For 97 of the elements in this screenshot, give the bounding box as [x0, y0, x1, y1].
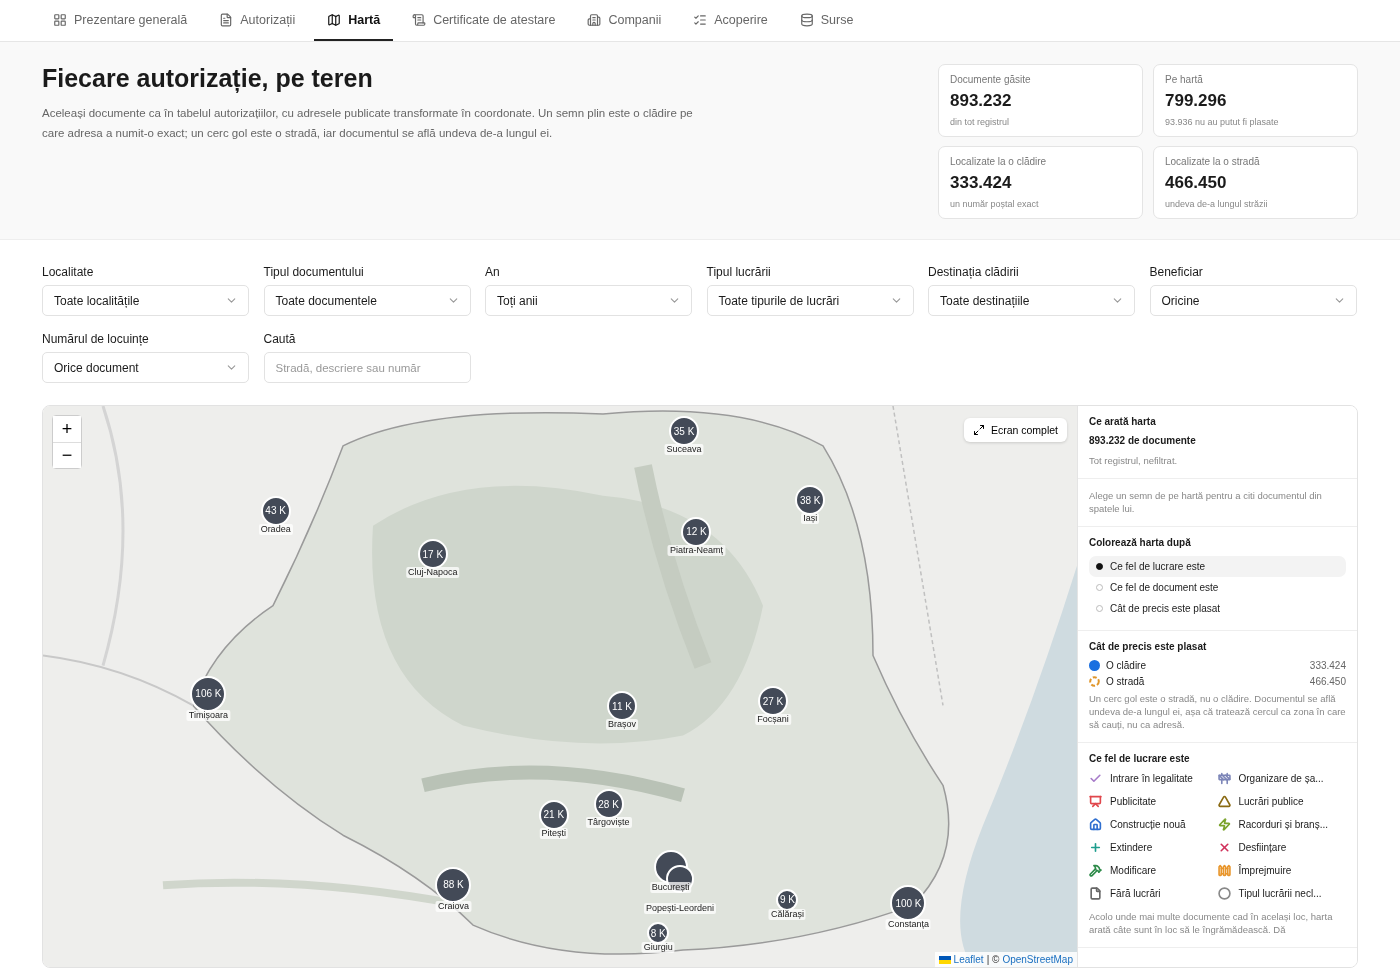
stat-label: Localizate la o stradă: [1165, 156, 1261, 167]
city-label: Piatra-Neamț: [668, 544, 725, 556]
flag-icon: [938, 955, 951, 964]
grid-icon: [53, 12, 67, 27]
filter-label: Tipul documentului: [263, 265, 365, 279]
note-text: Un cerc gol este o stradă, nu o clădire. Documentul se află undeva de-a lungul ei, așa că tratează cercul ca zona în care să cauți, nu ca adresă.: [1089, 692, 1346, 731]
database-icon: [799, 12, 814, 27]
stat-label: Documente găsite: [950, 74, 1032, 85]
filter-dropdown[interactable]: Toți anii: [485, 285, 692, 316]
section-title: Cât de precis este plasat: [1089, 641, 1208, 652]
scope-text: Tot registrul, nefiltrat.: [1089, 454, 1179, 467]
building-icon: [587, 12, 602, 27]
section-title: Ce fel de lucrare este: [1089, 753, 1191, 764]
panel-title: Ce arată harta: [1089, 416, 1157, 427]
legend-label: Lucrări publice: [1238, 796, 1304, 807]
legend-label: Fără lucrări: [1110, 888, 1161, 899]
leaflet-link[interactable]: Leaflet: [953, 954, 984, 965]
legend-label: Publicitate: [1110, 796, 1157, 807]
stat-label: Localizate la o clădire: [950, 156, 1048, 167]
nav-tab[interactable]: Prezentare generală: [40, 0, 201, 41]
nav-tab[interactable]: Companii: [574, 0, 675, 41]
nav-tab[interactable]: Autorizații: [206, 0, 309, 41]
legend-label: Modificare: [1110, 865, 1157, 876]
filter-dropdown[interactable]: Toate destinațiile: [928, 285, 1135, 316]
city-label: București: [649, 882, 692, 894]
fullscreen-button[interactable]: Ecran complet: [963, 418, 1067, 442]
city-label: Pitești: [539, 827, 569, 839]
checklist-icon: [693, 12, 708, 27]
city-label: Brașov: [606, 719, 639, 731]
legend-label: Intrare în legalitate: [1110, 773, 1193, 784]
radio-icon: [1096, 605, 1103, 612]
city-label: Timișoara: [186, 709, 231, 721]
filter-label: An: [485, 265, 501, 279]
city-label: Focșani: [755, 714, 791, 726]
legend-label: Tipul lucrării necl...: [1238, 888, 1322, 899]
filter-label: Tipul lucrării: [706, 265, 772, 279]
filter-dropdown[interactable]: Toate localitățile: [42, 285, 249, 316]
document-icon: [219, 12, 234, 27]
map-icon: [327, 12, 342, 27]
section-title: Colorează harta după: [1089, 537, 1192, 548]
stat-value: 466.450: [1165, 173, 1228, 193]
city-label: Călărași: [768, 908, 806, 920]
expand-icon: [972, 424, 985, 436]
city-label: Cluj-Napoca: [406, 567, 460, 579]
city-label: Iași: [801, 513, 820, 525]
city-label: Craiova: [436, 900, 471, 912]
legend-label: O stradă: [1106, 676, 1145, 687]
radio-option[interactable]: Ce fel de lucrare este: [1089, 556, 1346, 577]
city-label: Constanța: [885, 919, 931, 931]
note-text: Acolo unde mai multe documente cad în același loc, harta arată câte sunt în loc să le îngrămădească. Dă: [1089, 910, 1334, 936]
city-label: Giurgiu: [641, 942, 675, 954]
legend-label: Desființare: [1238, 842, 1287, 853]
filter-label: Beneficiar: [1149, 265, 1204, 279]
document-count: 893.232 de documente: [1089, 435, 1197, 446]
legend-label: Construcție nouă: [1110, 819, 1186, 830]
page-title: Fiecare autorizație, pe teren: [42, 64, 374, 93]
radio-option[interactable]: Cât de precis este plasat: [1089, 598, 1346, 619]
filter-dropdown[interactable]: Toate documentele: [263, 285, 471, 316]
legend-label: Racorduri și branș...: [1238, 819, 1328, 830]
stat-note: din tot registrul: [950, 117, 1011, 127]
stat-note: un număr poștal exact: [950, 199, 1040, 209]
filter-label: Caută: [263, 332, 297, 346]
legend-value: 333.424: [1309, 660, 1346, 671]
stat-value: 799.296: [1165, 91, 1228, 111]
stat-value: 893.232: [950, 91, 1013, 111]
page-description: Aceleași documente ca în tabelul autorizațiilor, cu adresele publicate transformate în coordonate. Un semn plin este o clădire pe care adresa a numit-o exact; un cerc gol este o stradă, iar documentul se află undeva de-a lungul ei.: [42, 106, 694, 141]
openstreetmap-link[interactable]: OpenStreetMap: [1002, 954, 1073, 965]
filter-label: Localitate: [42, 265, 95, 279]
filter-dropdown[interactable]: Toate tipurile de lucrări: [706, 285, 914, 316]
legend-label: Organizare de șa...: [1238, 773, 1324, 784]
city-label: Suceava: [664, 444, 704, 456]
search-field[interactable]: Stradă, descriere sau număr: [263, 352, 471, 383]
city-label: Popești-Leordeni: [643, 903, 716, 915]
filter-dropdown[interactable]: Orice document: [42, 352, 249, 383]
stat-label: Pe hartă: [1165, 74, 1204, 85]
hint-text: Alege un semn de pe hartă pentru a citi documentul din spatele lui.: [1089, 489, 1323, 515]
legend-label: Extindere: [1110, 842, 1153, 853]
radio-option[interactable]: Ce fel de document este: [1089, 577, 1346, 598]
radio-icon: [1096, 563, 1103, 570]
nav-tab[interactable]: Certificate de atestare: [399, 0, 569, 41]
zoom-out-button[interactable]: −: [53, 442, 81, 468]
stat-note: 93.936 nu au putut fi plasate: [1165, 117, 1280, 127]
city-label: Târgoviște: [585, 817, 632, 829]
stat-note: undeva de-a lungul străzii: [1165, 199, 1269, 209]
stat-value: 333.424: [950, 173, 1013, 193]
nav-tab[interactable]: Acoperire: [680, 0, 781, 41]
legend-value: 466.450: [1309, 676, 1346, 687]
legend-label: Împrejmuire: [1238, 865, 1292, 876]
attribution-text: | ©: [986, 954, 1000, 965]
legend-label: O clădire: [1106, 660, 1146, 671]
scroll-icon: [412, 12, 427, 27]
filter-label: Destinația clădirii: [928, 265, 1020, 279]
radio-icon: [1096, 584, 1103, 591]
city-label: Oradea: [258, 523, 293, 535]
filter-dropdown[interactable]: Oricine: [1149, 285, 1357, 316]
filter-label: Numărul de locuințe: [42, 332, 150, 346]
nav-tab[interactable]: Surse: [786, 0, 867, 41]
